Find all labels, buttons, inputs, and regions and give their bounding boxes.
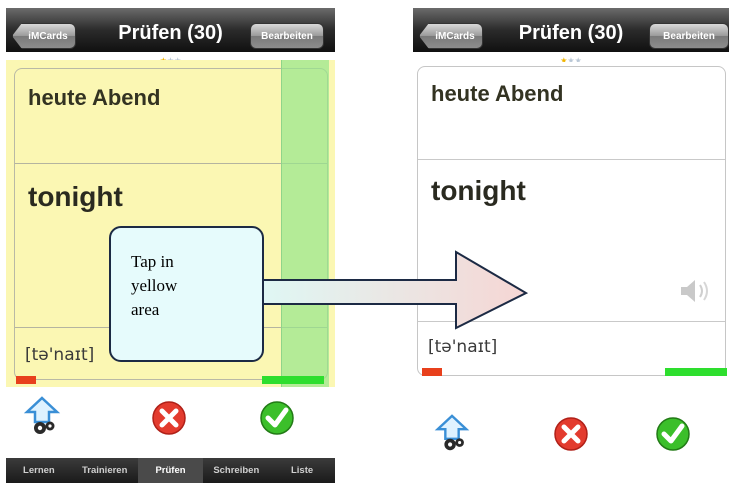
tab-liste[interactable]: Liste [269, 458, 335, 483]
edit-button[interactable]: Bearbeiten [649, 23, 729, 49]
flashcard: heute Abend tonight [tə'naɪt] [417, 66, 726, 376]
tab-pruefen[interactable]: Prüfen [137, 458, 204, 483]
divider [418, 321, 725, 322]
tab-trainieren[interactable]: Trainieren [72, 458, 138, 483]
german-word: heute Abend [431, 81, 564, 106]
navigation-bar: iMCards Prüfen (30) Bearbeiten [6, 0, 335, 52]
wrong-count-bar [422, 368, 442, 376]
phonetic-transcription: [tə'naɪt] [25, 345, 95, 365]
divider [418, 159, 725, 160]
callout-box: Tap in yellow area [109, 226, 264, 362]
english-word: tonight [28, 181, 123, 212]
tab-bar: Lernen Trainieren Prüfen Schreiben Liste [6, 458, 335, 483]
green-check-icon[interactable] [655, 416, 691, 452]
phonetic-transcription: [tə'naɪt] [428, 337, 498, 357]
navigation-bar: iMCards Prüfen (30) Bearbeiten [413, 0, 729, 52]
settings-gears-icon[interactable] [432, 414, 472, 454]
settings-gears-icon[interactable] [22, 396, 62, 438]
callout-text: Tap in yellow area [131, 252, 178, 319]
edit-button[interactable]: Bearbeiten [250, 23, 324, 49]
red-x-icon[interactable] [151, 400, 187, 436]
green-check-icon[interactable] [259, 400, 295, 436]
wrong-count-bar [16, 376, 36, 384]
tab-lernen[interactable]: Lernen [6, 458, 72, 483]
tab-schreiben[interactable]: Schreiben [203, 458, 269, 483]
right-count-bar [665, 368, 727, 376]
right-phone-screen: iMCards Prüfen (30) Bearbeiten ★★★ heute… [413, 0, 729, 410]
speaker-icon[interactable] [677, 276, 717, 306]
red-x-icon[interactable] [553, 416, 589, 452]
english-word: tonight [431, 175, 526, 206]
card-area[interactable]: heute Abend tonight [tə'naɪt] [417, 62, 729, 378]
settings-gears-icon[interactable] [433, 406, 469, 410]
green-tap-area[interactable] [281, 60, 329, 387]
german-word: heute Abend [28, 85, 161, 110]
right-count-bar [262, 376, 324, 384]
